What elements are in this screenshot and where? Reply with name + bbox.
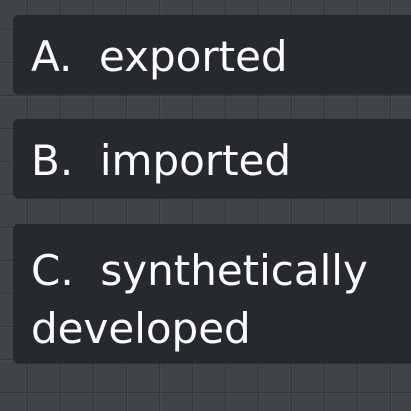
option-c-letter: C. bbox=[31, 246, 74, 295]
option-c-button[interactable]: C. synthetically developed bbox=[13, 224, 411, 363]
option-a-letter: A. bbox=[31, 32, 73, 81]
option-b-letter: B. bbox=[31, 136, 74, 185]
option-b-button[interactable]: B. imported bbox=[13, 119, 411, 198]
option-b-text: imported bbox=[99, 136, 292, 185]
options-clip: A. exported B. imported C. synthetically… bbox=[0, 0, 411, 411]
option-a-button[interactable]: A. exported bbox=[13, 15, 411, 94]
answer-options: A. exported B. imported C. synthetically… bbox=[0, 0, 411, 411]
option-a-text: exported bbox=[99, 32, 288, 81]
